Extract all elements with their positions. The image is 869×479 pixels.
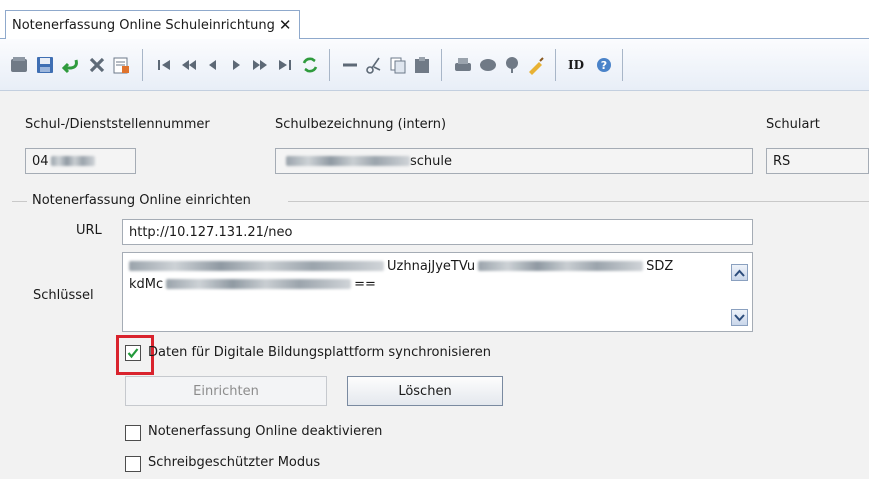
prev-icon[interactable] bbox=[202, 54, 224, 76]
key-line1-end: SDZ bbox=[646, 258, 674, 274]
school-name-label: Schulbezeichnung (intern) bbox=[275, 117, 447, 132]
url-input[interactable]: http://10.127.131.21/neo bbox=[122, 219, 753, 245]
undo-icon[interactable] bbox=[60, 54, 82, 76]
toolbar-separator bbox=[142, 49, 143, 81]
last-icon[interactable] bbox=[274, 54, 296, 76]
back-arrow-icon[interactable] bbox=[339, 54, 361, 76]
toolbar: ID ? bbox=[0, 39, 869, 91]
school-number-label: Schul-/Dienststellennummer bbox=[25, 117, 210, 132]
first-icon[interactable] bbox=[153, 54, 175, 76]
tab-title: Notenerfassung Online Schuleinrichtung bbox=[12, 17, 275, 33]
cut-icon[interactable] bbox=[363, 54, 385, 76]
school-number-prefix: 04 bbox=[32, 153, 49, 169]
key-label: Schlüssel bbox=[33, 288, 94, 303]
key-line-1: UzhnajJyeTVu SDZ bbox=[129, 257, 673, 275]
delete-icon[interactable] bbox=[86, 54, 108, 76]
preview-icon[interactable] bbox=[477, 54, 499, 76]
id-icon[interactable]: ID bbox=[563, 54, 589, 76]
key-line1-part: UzhnajJyeTVu bbox=[387, 258, 476, 274]
url-value: http://10.127.131.21/neo bbox=[129, 224, 293, 240]
redacted-text bbox=[129, 261, 384, 271]
school-name-field[interactable]: schule bbox=[275, 148, 753, 174]
school-number-field[interactable]: 04 bbox=[25, 148, 136, 174]
close-icon[interactable]: ✕ bbox=[279, 17, 292, 33]
delete-button[interactable]: Löschen bbox=[347, 376, 503, 406]
prev-page-icon[interactable] bbox=[178, 54, 200, 76]
paste-icon[interactable] bbox=[411, 54, 433, 76]
copy-icon[interactable] bbox=[387, 54, 409, 76]
check-icon bbox=[127, 348, 139, 359]
key-textarea[interactable]: UzhnajJyeTVu SDZ kdMc == bbox=[122, 252, 753, 332]
clear-icon[interactable] bbox=[525, 54, 547, 76]
deactivate-checkbox[interactable] bbox=[125, 425, 141, 441]
setup-button[interactable]: Einrichten bbox=[125, 376, 327, 406]
record-icon[interactable] bbox=[8, 54, 30, 76]
school-type-field[interactable]: RS bbox=[766, 148, 869, 174]
print-icon[interactable] bbox=[452, 54, 474, 76]
scroll-up-icon[interactable] bbox=[731, 264, 748, 281]
list-edit-icon[interactable] bbox=[110, 54, 132, 76]
pin-icon[interactable] bbox=[501, 54, 523, 76]
school-type-value: RS bbox=[773, 153, 791, 169]
key-line2-end: == bbox=[354, 276, 376, 292]
svg-text:?: ? bbox=[601, 59, 607, 72]
help-icon[interactable]: ? bbox=[593, 54, 615, 76]
redacted-text bbox=[478, 261, 644, 271]
next-page-icon[interactable] bbox=[249, 54, 271, 76]
readonly-checkbox[interactable] bbox=[125, 456, 141, 472]
redacted-text bbox=[50, 156, 95, 166]
redacted-text bbox=[166, 279, 352, 289]
sync-label[interactable]: Daten für Digitale Bildungsplattform syn… bbox=[148, 345, 491, 360]
toolbar-separator bbox=[555, 49, 556, 81]
scroll-down-icon[interactable] bbox=[731, 309, 748, 326]
toolbar-separator bbox=[329, 49, 330, 81]
group-border bbox=[12, 201, 27, 202]
group-title: Notenerfassung Online einrichten bbox=[32, 193, 251, 208]
readonly-label[interactable]: Schreibgeschützter Modus bbox=[148, 455, 320, 470]
toolbar-separator bbox=[441, 49, 442, 81]
sync-checkbox[interactable] bbox=[125, 345, 141, 361]
key-line2-start: kdMc bbox=[129, 276, 164, 292]
deactivate-label[interactable]: Notenerfassung Online deaktivieren bbox=[148, 424, 382, 439]
group-border bbox=[288, 201, 869, 202]
redacted-text bbox=[286, 156, 410, 166]
tab-notenerfassung[interactable]: Notenerfassung Online Schuleinrichtung ✕ bbox=[5, 10, 301, 39]
url-label: URL bbox=[76, 223, 102, 238]
save-icon[interactable] bbox=[34, 54, 56, 76]
school-type-label: Schulart bbox=[766, 117, 820, 132]
next-icon[interactable] bbox=[225, 54, 247, 76]
refresh-icon[interactable] bbox=[299, 54, 321, 76]
school-name-suffix: schule bbox=[410, 153, 453, 169]
toolbar-separator bbox=[622, 49, 623, 81]
key-line-2: kdMc == bbox=[129, 275, 376, 293]
